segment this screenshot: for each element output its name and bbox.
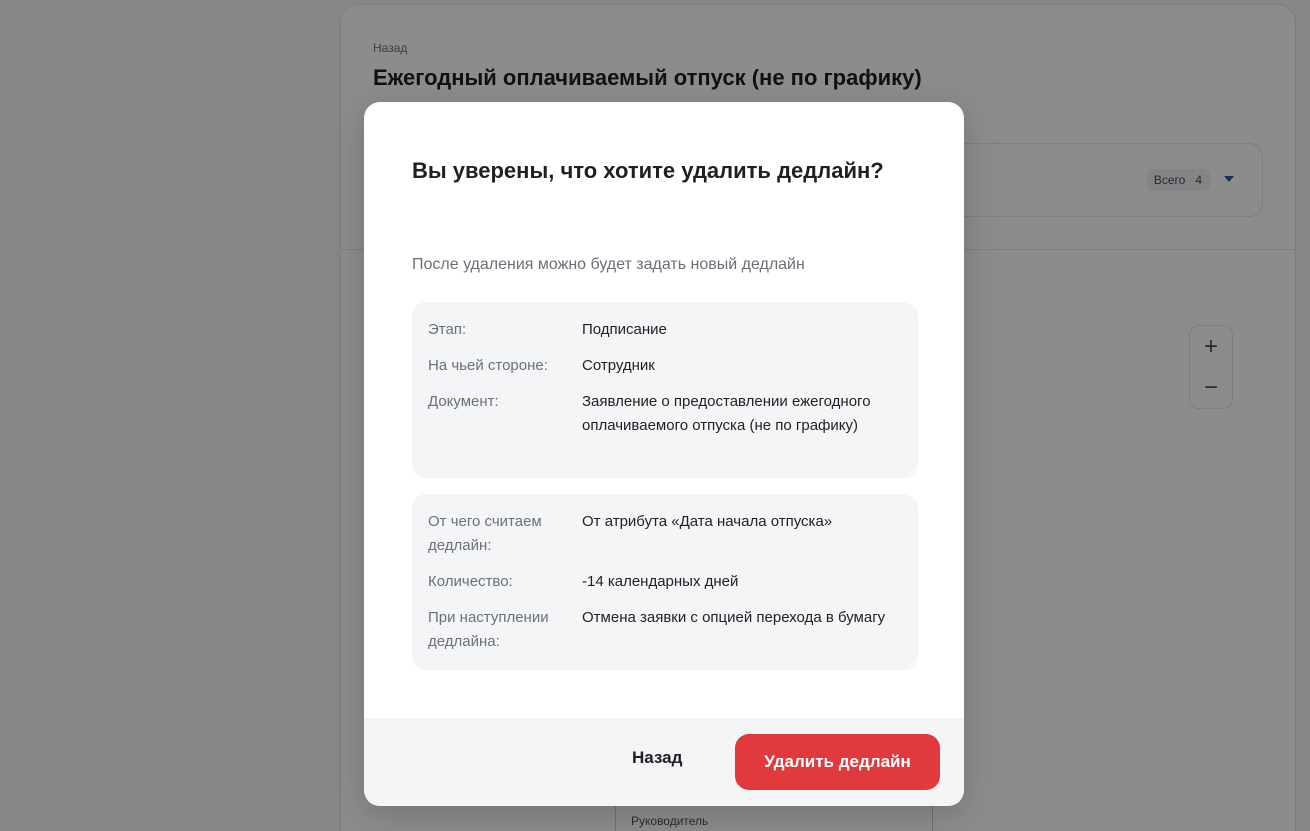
detail-value: Отмена заявки с опцией перехода в бумагу — [582, 609, 886, 626]
delete-deadline-button[interactable]: Удалить дедлайн — [735, 734, 940, 790]
detail-label: От чего считаем дедлайн: — [428, 513, 542, 554]
detail-label: При наступлении дедлайна: — [428, 609, 549, 650]
details-primary: Этап: Подписание На чьей стороне: Сотруд… — [412, 302, 918, 478]
detail-row: На чьей стороне: Сотрудник — [428, 354, 902, 378]
detail-value: Подписание — [582, 321, 667, 338]
detail-label: На чьей стороне: — [428, 357, 548, 374]
detail-value: Заявление о предоставлении ежегодного оп… — [582, 393, 871, 434]
detail-row: При наступлении дедлайна: Отмена заявки … — [428, 606, 902, 654]
detail-label: Количество: — [428, 573, 513, 590]
dialog-subtitle: После удаления можно будет задать новый … — [412, 256, 805, 273]
back-button[interactable]: Назад — [632, 748, 682, 768]
dialog-title: Вы уверены, что хотите удалить дедлайн? — [412, 158, 884, 183]
delete-deadline-dialog: Вы уверены, что хотите удалить дедлайн? … — [364, 102, 964, 806]
dialog-footer: Назад Удалить дедлайн — [364, 718, 964, 806]
detail-value: Сотрудник — [582, 357, 655, 374]
app-root: Назад Ежегодный оплачиваемый отпуск (не … — [0, 0, 1310, 831]
detail-row: Этап: Подписание — [428, 318, 902, 342]
details-secondary: От чего считаем дедлайн: От атрибута «Да… — [412, 494, 918, 670]
detail-value: От атрибута «Дата начала отпуска» — [582, 513, 833, 530]
detail-value: -14 календарных дней — [582, 573, 739, 590]
detail-row: Документ: Заявление о предоставлении еже… — [428, 390, 902, 438]
detail-row: Количество: -14 календарных дней — [428, 570, 902, 594]
detail-label: Этап: — [428, 321, 467, 338]
detail-row: От чего считаем дедлайн: От атрибута «Да… — [428, 510, 902, 558]
detail-label: Документ: — [428, 393, 499, 410]
